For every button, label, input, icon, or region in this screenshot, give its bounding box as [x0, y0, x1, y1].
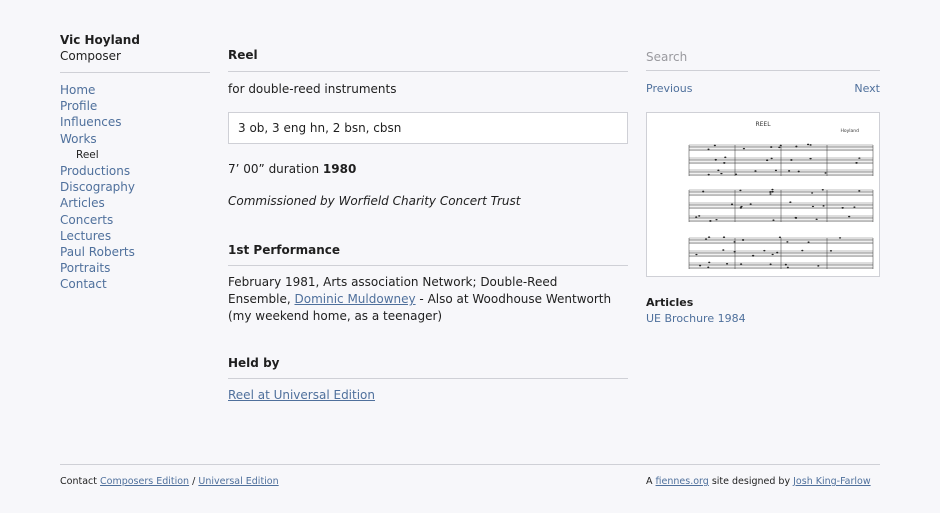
- footer-a: A: [646, 476, 653, 487]
- commission-text: Commissioned by Worfield Charity Concert…: [228, 194, 521, 208]
- held-by-entry: Reel at Universal Edition: [228, 388, 375, 402]
- designer-link[interactable]: Josh King-Farlow: [793, 476, 871, 487]
- nav-paul-roberts[interactable]: Paul Roberts: [60, 244, 135, 260]
- performance-heading: 1st Performance: [228, 243, 341, 257]
- composers-edition-link[interactable]: Composers Edition: [100, 476, 189, 487]
- score-preview-svg: REEL Hoyland: [688, 121, 874, 269]
- performance-text: February 1981, Arts association Network;…: [228, 274, 623, 325]
- search-divider: [646, 70, 880, 71]
- ue-brochure-link[interactable]: UE Brochure 1984: [646, 312, 746, 325]
- nav-influences[interactable]: Influences: [60, 114, 135, 130]
- main-nav: Home Profile Influences Works Reel Produ…: [60, 82, 135, 293]
- score-composer: Hoyland: [840, 128, 859, 134]
- performance-divider: [228, 265, 628, 266]
- nav-profile[interactable]: Profile: [60, 98, 135, 114]
- site-subtitle: Composer: [60, 49, 121, 63]
- universal-edition-link[interactable]: Universal Edition: [198, 476, 278, 487]
- nav-works-reel[interactable]: Reel: [60, 147, 135, 163]
- footer-contact: Contact Composers Edition / Universal Ed…: [60, 476, 279, 487]
- nav-portraits[interactable]: Portraits: [60, 260, 135, 276]
- left-divider: [60, 72, 210, 73]
- instrumentation-text: 3 ob, 3 eng hn, 2 bsn, cbsn: [238, 121, 402, 135]
- nav-productions[interactable]: Productions: [60, 163, 135, 179]
- score-title: REEL: [755, 121, 771, 128]
- nav-discography[interactable]: Discography: [60, 179, 135, 195]
- footer-credits: A fiennes.org site designed by Josh King…: [646, 476, 871, 487]
- articles-heading: Articles: [646, 296, 694, 309]
- nav-lectures[interactable]: Lectures: [60, 228, 135, 244]
- instrumentation-box: 3 ob, 3 eng hn, 2 bsn, cbsn: [228, 112, 628, 144]
- duration-text: 7’ 00” duration: [228, 162, 320, 176]
- nav-works[interactable]: Works: [60, 131, 135, 147]
- footer-divider: [60, 464, 880, 465]
- nav-concerts[interactable]: Concerts: [60, 212, 135, 228]
- work-subtitle: for double-reed instruments: [228, 82, 397, 96]
- held-by-divider: [228, 378, 628, 379]
- site-name: Vic Hoyland: [60, 33, 140, 47]
- footer-contact-label: Contact: [60, 476, 97, 487]
- year-text: 1980: [322, 162, 357, 176]
- dominic-muldowney-link[interactable]: Dominic Muldowney: [294, 292, 415, 306]
- footer-separator: /: [192, 476, 196, 487]
- score-image[interactable]: REEL Hoyland: [646, 112, 880, 277]
- fiennes-link[interactable]: fiennes.org: [656, 476, 709, 487]
- nav-contact[interactable]: Contact: [60, 276, 135, 292]
- previous-link[interactable]: Previous: [646, 82, 693, 95]
- held-by-heading: Held by: [228, 356, 280, 370]
- duration-line: 7’ 00” duration 1980: [228, 162, 356, 176]
- footer-designed-by: site designed by: [711, 476, 791, 487]
- nav-articles[interactable]: Articles: [60, 195, 135, 211]
- nav-home[interactable]: Home: [60, 82, 135, 98]
- universal-edition-reel-link[interactable]: Reel at Universal Edition: [228, 388, 375, 402]
- next-link[interactable]: Next: [854, 82, 880, 95]
- title-divider: [228, 71, 628, 72]
- search-input[interactable]: [646, 48, 880, 66]
- page-title: Reel: [228, 48, 258, 62]
